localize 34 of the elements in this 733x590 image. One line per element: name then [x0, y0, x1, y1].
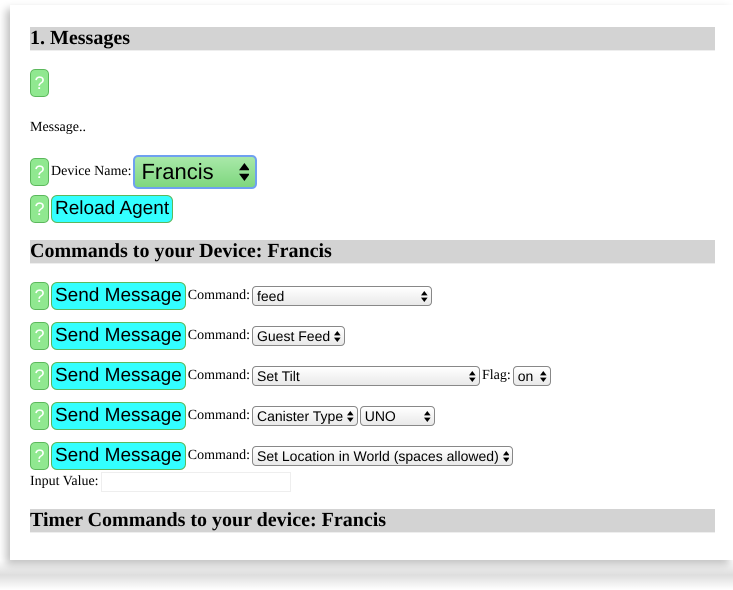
input-label: Input Value: — [30, 474, 99, 490]
command-label: Command: — [188, 408, 250, 424]
command-label: Command: — [188, 328, 250, 344]
caret-icon — [469, 370, 476, 382]
caret-icon — [424, 410, 431, 422]
command-label: Command: — [188, 288, 250, 304]
command-select[interactable]: on — [512, 366, 551, 386]
message-text: Message.. — [30, 120, 87, 136]
caret-icon — [334, 330, 341, 342]
command-select[interactable]: Set Location in World (spaces allowed) — [252, 446, 514, 466]
reload-button[interactable]: Reload Agent — [51, 195, 174, 223]
send-message-button[interactable]: Send Message — [51, 282, 186, 310]
command-select[interactable]: UNO — [360, 406, 435, 426]
caret-icon — [540, 370, 547, 382]
send-message-button[interactable]: Send Message — [51, 442, 186, 470]
device-select[interactable]: Francis — [133, 155, 258, 189]
caret-icon — [238, 163, 250, 181]
send-message-button[interactable]: Send Message — [51, 322, 186, 350]
send-message-button[interactable]: Send Message — [51, 362, 186, 390]
caret-icon — [421, 290, 428, 302]
section-heading: Commands to your Device: Francis — [30, 240, 715, 264]
flag-label: Flag: — [482, 368, 511, 384]
caret-icon — [347, 410, 354, 422]
section-heading: Timer Commands to your device: Francis — [30, 509, 715, 533]
command-select[interactable]: feed — [252, 286, 432, 306]
send-message-button[interactable]: Send Message — [51, 402, 186, 430]
command-select[interactable]: Canister Type — [252, 406, 358, 426]
caret-icon — [502, 450, 510, 462]
field-label: Device Name: — [51, 164, 132, 180]
command-select[interactable]: Set Tilt — [252, 366, 480, 386]
command-label: Command: — [188, 368, 250, 384]
section-heading: 1. Messages — [30, 27, 715, 51]
command-select[interactable]: Guest Feed — [252, 326, 345, 346]
command-label: Command: — [188, 448, 250, 464]
